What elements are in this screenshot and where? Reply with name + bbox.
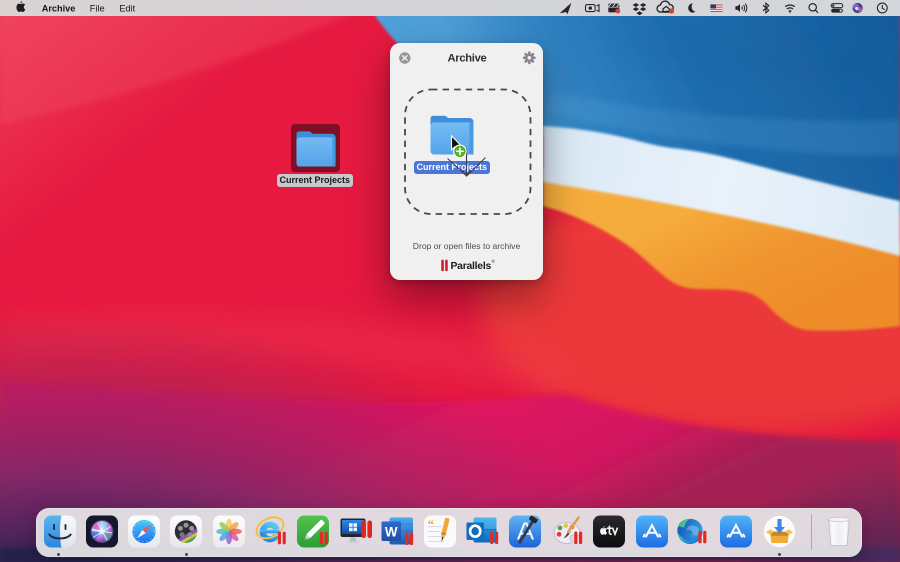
svg-text:W: W (385, 524, 398, 539)
svg-text:®: ® (492, 258, 496, 264)
svg-text:“: “ (428, 517, 435, 532)
svg-text:Archive: Archive (42, 3, 76, 13)
svg-text:File: File (90, 3, 105, 13)
svg-text:Edit: Edit (119, 3, 135, 13)
svg-text:Parallels: Parallels (451, 261, 492, 272)
svg-text:Archive: Archive (447, 53, 486, 65)
